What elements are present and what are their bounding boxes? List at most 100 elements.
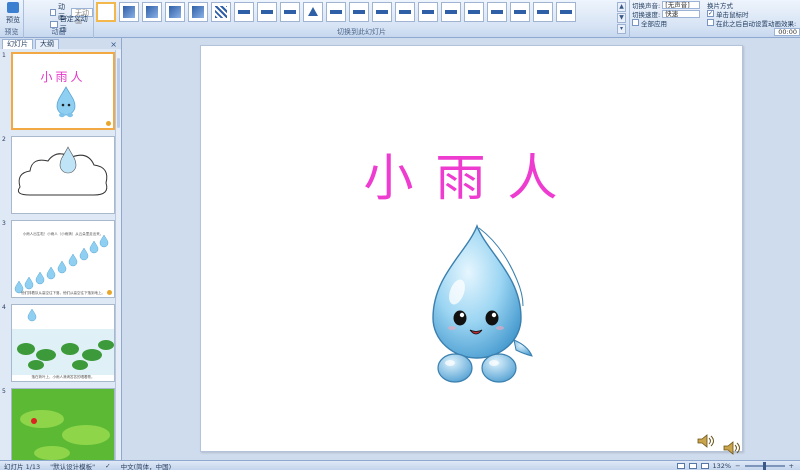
transition-option[interactable] <box>303 2 323 22</box>
cloud-scene <box>17 146 108 196</box>
transition-bar-icon <box>445 10 457 14</box>
zoom-slider[interactable] <box>744 461 785 470</box>
after-time-row: 00:00 <box>707 27 800 36</box>
transition-option[interactable] <box>418 2 438 22</box>
panel-scrollbar[interactable] <box>115 50 121 460</box>
raindrop-figure-small <box>56 86 76 118</box>
transition-fade-icon <box>169 6 181 18</box>
green-leaf-scene <box>12 389 114 460</box>
apply-all-label: 全部应用 <box>641 19 667 28</box>
transition-bar-icon <box>537 10 549 14</box>
scrollbar-thumb[interactable] <box>117 58 120 128</box>
transition-option[interactable] <box>395 2 415 22</box>
transition-option[interactable] <box>165 2 185 22</box>
lotus-pond-scene <box>12 308 114 375</box>
apply-all-icon <box>632 19 639 26</box>
preview-icon <box>7 2 19 13</box>
thumb-caption: 落在荷叶上，小雨人滴滴答答的唱着歌。 <box>31 375 95 379</box>
after-row[interactable]: 在此之后自动设置动画效果: <box>707 18 800 28</box>
transition-bar-icon <box>560 10 572 14</box>
zoom-level[interactable]: 132% <box>713 462 732 470</box>
slide-number: 3 <box>2 220 6 227</box>
slide-preview <box>11 388 115 460</box>
transition-option[interactable] <box>441 2 461 22</box>
gallery-more-icon[interactable]: ▾ <box>617 24 626 34</box>
transition-group-label: 切换到此幻灯片 <box>337 28 386 36</box>
raindrop-character[interactable] <box>419 222 537 390</box>
speaker-icon[interactable] <box>697 433 715 449</box>
advance-options: 换片方式 ✓ 单击鼠标时 在此之后自动设置动画效果: 00:00 <box>707 0 800 36</box>
slide-preview: 小雨人出生啦！小雨人（小雨滴）从云朵里走出来。 他们排着队从高空往下落，他们从高… <box>11 220 115 298</box>
transition-option[interactable] <box>234 2 254 22</box>
thumb-caption: 他们排着队从高空往下落，他们从高空往下落到地上。 <box>21 291 105 295</box>
slide-preview: 小雨人 <box>11 52 115 130</box>
animation-group-label: 动画 <box>51 28 66 36</box>
close-icon[interactable]: × <box>110 40 117 49</box>
transition-option[interactable] <box>487 2 507 22</box>
transition-option[interactable] <box>464 2 484 22</box>
sound-dropdown[interactable]: [无声音] <box>662 0 701 9</box>
zoom-knob[interactable] <box>762 461 766 470</box>
gallery-up-icon[interactable]: ▲ <box>617 2 626 12</box>
normal-view-icon[interactable] <box>676 462 685 469</box>
transition-none-icon <box>101 7 111 17</box>
ribbon: 预览 预览 动画: 无动画 自定义动画 动画 切换到此幻灯片 ▲ ▼ ▾ 切换声… <box>0 0 800 38</box>
transition-bar-icon <box>514 10 526 14</box>
transition-option[interactable] <box>257 2 277 22</box>
speed-dropdown[interactable]: 快速 <box>662 9 701 18</box>
transition-option[interactable] <box>96 2 116 22</box>
tab-outline[interactable]: 大纲 <box>35 39 59 49</box>
slide-title[interactable]: 小雨人 <box>201 138 742 210</box>
transition-option[interactable] <box>349 2 369 22</box>
on-click-checkbox[interactable]: ✓ <box>707 10 714 17</box>
theme-name: "默认设计模板" <box>50 462 96 470</box>
slideshow-view-icon[interactable] <box>700 462 709 469</box>
gallery-down-icon[interactable]: ▼ <box>617 13 626 23</box>
transition-option[interactable] <box>188 2 208 22</box>
slide-number: 5 <box>2 388 6 395</box>
panel-tabs: 幻灯片 大纲 × <box>0 38 121 49</box>
current-slide[interactable]: 小雨人 <box>200 45 743 455</box>
transition-option[interactable] <box>533 2 553 22</box>
transition-fade-icon <box>146 6 158 18</box>
transition-option[interactable] <box>280 2 300 22</box>
speaker-icon[interactable] <box>723 440 741 456</box>
transition-option[interactable] <box>211 2 231 22</box>
transition-option[interactable] <box>142 2 162 22</box>
slide-number: 2 <box>2 136 6 143</box>
slide-list: 1 小雨人 2 3 小雨人出生啦！小雨人（小雨滴）从云朵里走出来。 他们排着队从… <box>0 50 116 460</box>
thumb-caption: 小雨人出生啦！小雨人（小雨滴）从云朵里走出来。 <box>22 232 104 236</box>
transition-bar-icon <box>468 10 480 14</box>
view-controls: 132% − + <box>676 461 800 470</box>
transition-fade-icon <box>123 6 135 18</box>
status-bar: 幻灯片 1/13 "默认设计模板" ✓ 中文(简体，中国) 132% − + <box>0 460 800 470</box>
preview-group-label: 预览 <box>4 28 19 36</box>
transition-option[interactable] <box>372 2 392 22</box>
gallery-scroll[interactable]: ▲ ▼ ▾ <box>617 2 626 34</box>
transition-bar-icon <box>238 10 250 14</box>
after-checkbox[interactable] <box>707 19 714 26</box>
tab-slides[interactable]: 幻灯片 <box>2 39 33 49</box>
slide-canvas: 小雨人 <box>122 38 800 460</box>
transition-option[interactable] <box>556 2 576 22</box>
transition-arrow-icon <box>308 7 318 16</box>
slide-number: 4 <box>2 304 6 311</box>
slides-panel: 幻灯片 大纲 × 1 小雨人 2 3 小雨人出生啦！小雨人（小雨滴）从云朵里走出… <box>0 38 122 460</box>
after-time-input[interactable]: 00:00 <box>774 27 800 36</box>
transition-option[interactable] <box>326 2 346 22</box>
after-label: 在此之后自动设置动画效果: <box>716 19 797 28</box>
apply-all-button[interactable]: 全部应用 <box>632 18 712 28</box>
transition-gallery <box>96 2 576 22</box>
zoom-in-icon[interactable]: + <box>789 462 794 470</box>
zoom-out-icon[interactable]: − <box>735 462 740 470</box>
spellcheck-icon[interactable]: ✓ <box>105 462 110 470</box>
preview-button[interactable]: 预览 <box>3 2 23 25</box>
thumb-title: 小雨人 <box>40 70 86 84</box>
transition-bar-icon <box>399 10 411 14</box>
transition-option[interactable] <box>510 2 530 22</box>
transition-bar-icon <box>261 10 273 14</box>
transition-option[interactable] <box>119 2 139 22</box>
transition-hatch-icon <box>215 6 227 18</box>
sorter-view-icon[interactable] <box>688 462 697 469</box>
animation-marker-icon <box>107 290 112 295</box>
